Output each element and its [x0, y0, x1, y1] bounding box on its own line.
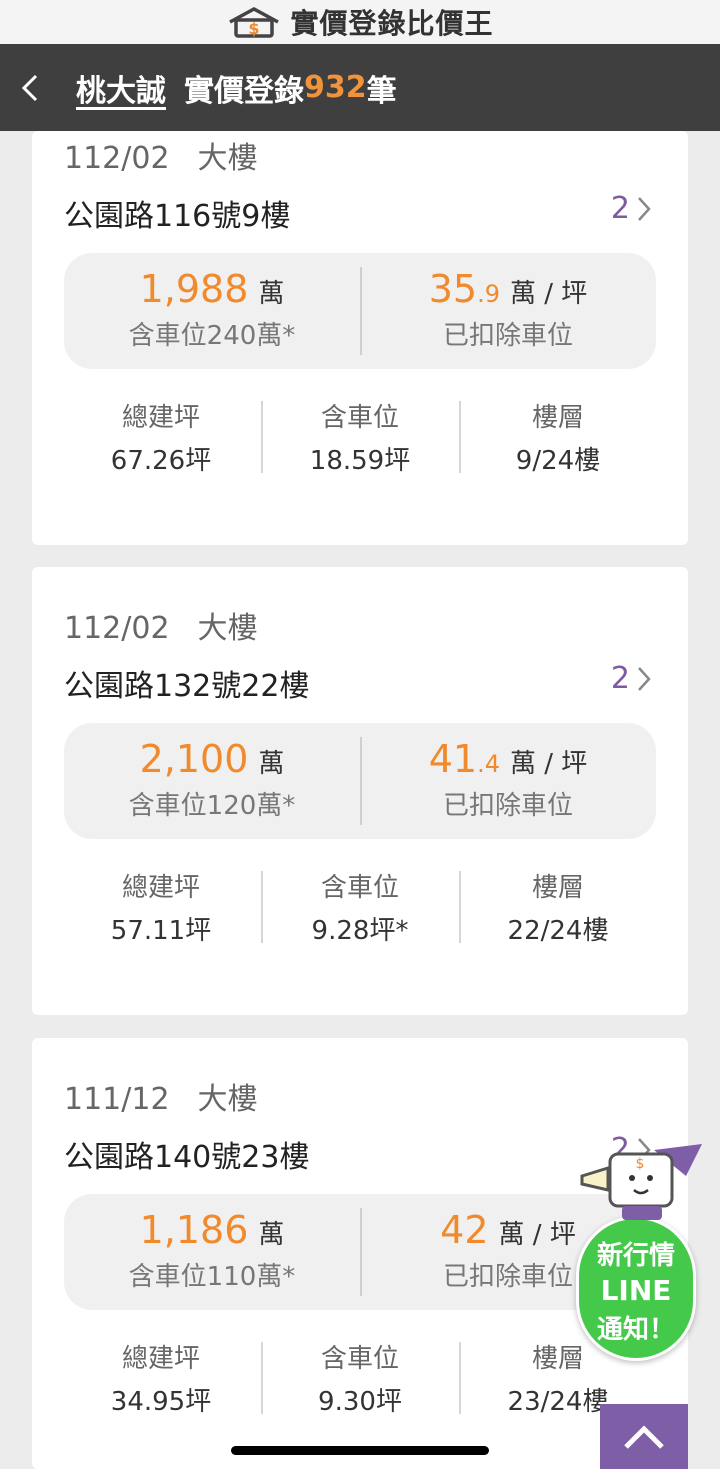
- stat-label: 含車位: [320, 403, 399, 433]
- unit-price-dec: .9: [477, 280, 500, 308]
- listing-type: 大樓: [197, 1082, 258, 1117]
- title-prefix: 實價登錄: [184, 73, 304, 109]
- more-count: 2: [610, 661, 630, 696]
- svg-text:$: $: [636, 1156, 645, 1172]
- parking-note: 含車位110萬*: [128, 1262, 296, 1292]
- line-notify-badge: 新行情 LINE 通知！: [576, 1216, 696, 1361]
- unit-price-int: 42: [440, 1208, 489, 1252]
- record-count: 932: [304, 70, 367, 105]
- more-count: 2: [610, 191, 630, 226]
- back-to-top-button[interactable]: [600, 1404, 688, 1469]
- stat-label: 總建坪: [121, 873, 200, 903]
- stat-label: 樓層: [531, 403, 584, 433]
- brand: $ 實價登錄比價王: [226, 2, 493, 42]
- unit-price-unit: 萬 / 坪: [498, 1220, 576, 1250]
- listing-date-row: 112/02 大樓: [64, 133, 258, 177]
- svg-text:$: $: [249, 19, 260, 38]
- parking-note: 含車位240萬*: [128, 321, 296, 351]
- back-arrow-icon: [21, 74, 38, 101]
- stat-label: 樓層: [531, 873, 584, 903]
- stat-floor: 樓層 9/24樓: [459, 397, 657, 477]
- price-box: 1,186 萬 含車位110萬* 42 萬 / 坪 已扣除車位: [64, 1194, 656, 1310]
- stat-parking-area: 含車位 9.28坪*: [261, 867, 459, 947]
- unit-price-unit: 萬 / 坪: [509, 749, 588, 779]
- stat-total-area: 總建坪 34.95坪: [62, 1338, 260, 1418]
- total-price: 1,988: [139, 267, 249, 311]
- more-records-link[interactable]: 2: [611, 661, 652, 696]
- stat-label: 含車位: [320, 873, 399, 903]
- home-indicator: [231, 1446, 489, 1455]
- unit-price-dec: .4: [477, 750, 500, 778]
- page-title: 桃大誠 實價登錄 932 筆: [60, 66, 397, 110]
- listing-type: 大樓: [197, 611, 258, 646]
- unit-note: 已扣除車位: [442, 321, 573, 351]
- parking-note: 含車位120萬*: [128, 791, 296, 821]
- more-records-link[interactable]: 2: [611, 191, 652, 226]
- listing-address: 公園路140號23樓: [64, 1140, 310, 1175]
- stat-value: 67.26坪: [110, 446, 212, 476]
- unit-price-int: 35: [428, 267, 478, 311]
- brand-bar: $ 實價登錄比價王: [0, 0, 720, 44]
- listing-date: 111/12: [64, 1082, 170, 1117]
- listing-address: 公園路116號9樓: [64, 199, 291, 234]
- stat-value: 9/24樓: [515, 446, 601, 476]
- stat-value: 34.95坪: [110, 1387, 212, 1417]
- stat-label: 含車位: [320, 1344, 399, 1374]
- unit-price-int: 41: [428, 737, 478, 781]
- total-price-unit: 萬: [258, 279, 285, 309]
- price-box: 2,100 萬 含車位120萬* 41.4 萬 / 坪 已扣除車位: [64, 723, 656, 839]
- title-suffix: 筆: [366, 73, 397, 109]
- house-logo-icon: $: [229, 7, 280, 38]
- total-price: 2,100: [139, 737, 249, 781]
- stat-value: 9.30坪: [318, 1387, 402, 1417]
- listing-date-row: 112/02 大樓: [64, 603, 258, 647]
- brand-title: 實價登錄比價王: [290, 7, 494, 40]
- stat-label: 總建坪: [121, 1344, 200, 1374]
- listing-date: 112/02: [64, 611, 170, 646]
- stat-value: 9.28坪*: [311, 916, 409, 946]
- chevron-up-icon: [624, 1424, 664, 1449]
- listing-date-row: 111/12 大樓: [64, 1074, 258, 1118]
- unit-price-block: 35.9 萬 / 坪 已扣除車位: [360, 253, 656, 369]
- listing-card[interactable]: 112/02 大樓 公園路116號9樓 2 1,988 萬 含車位240萬* 35…: [32, 131, 688, 545]
- total-price-block: 1,988 萬 含車位240萬*: [64, 253, 360, 369]
- total-price-block: 2,100 萬 含車位120萬*: [64, 723, 360, 839]
- stat-value: 57.11坪: [110, 916, 212, 946]
- total-price: 1,186: [139, 1208, 249, 1252]
- listing-date: 112/02: [64, 141, 170, 176]
- unit-note: 已扣除車位: [442, 791, 573, 821]
- nav-bar: 桃大誠 實價登錄 932 筆: [0, 44, 720, 131]
- stat-total-area: 總建坪 67.26坪: [62, 397, 260, 477]
- line-text-2: LINE: [600, 1274, 672, 1307]
- back-button[interactable]: [0, 44, 60, 131]
- stat-parking-area: 含車位 9.30坪: [261, 1338, 459, 1418]
- listing-card[interactable]: 112/02 大樓 公園路132號22樓 2 2,100 萬 含車位120萬* 4…: [32, 567, 688, 1015]
- line-text-3: 通知！: [596, 1315, 675, 1345]
- total-price-block: 1,186 萬 含車位110萬*: [64, 1194, 360, 1310]
- chevron-right-icon: [638, 666, 651, 691]
- total-price-unit: 萬: [258, 1220, 285, 1250]
- line-notify-button[interactable]: 新行情 LINE 通知！ $: [574, 1136, 714, 1366]
- listing-address: 公園路132號22樓: [64, 669, 310, 704]
- price-box: 1,988 萬 含車位240萬* 35.9 萬 / 坪 已扣除車位: [64, 253, 656, 369]
- stat-floor: 樓層 22/24樓: [459, 867, 657, 947]
- community-link[interactable]: 桃大誠: [76, 66, 166, 110]
- unit-price-unit: 萬 / 坪: [509, 279, 588, 309]
- chevron-right-icon: [638, 196, 651, 221]
- mascot-icon: $: [580, 1144, 702, 1220]
- listing-type: 大樓: [197, 141, 258, 176]
- stat-label: 總建坪: [121, 403, 200, 433]
- stat-value: 18.59坪: [309, 446, 411, 476]
- stat-total-area: 總建坪 57.11坪: [62, 867, 260, 947]
- line-text-1: 新行情: [596, 1241, 675, 1271]
- unit-price-block: 41.4 萬 / 坪 已扣除車位: [360, 723, 656, 839]
- total-price-unit: 萬: [258, 749, 285, 779]
- stat-parking-area: 含車位 18.59坪: [261, 397, 459, 477]
- stat-value: 22/24樓: [507, 916, 609, 946]
